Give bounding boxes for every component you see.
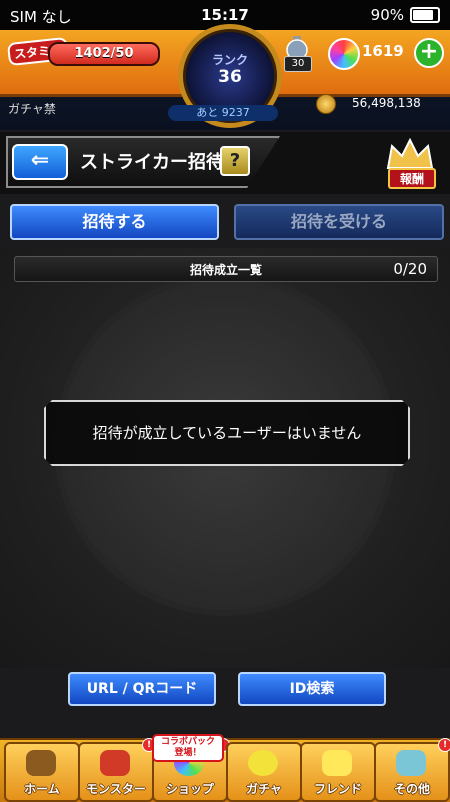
other-question-icon [396,750,426,776]
invite-list-header: 招待成立一覧 0/20 [14,256,438,282]
empty-message-box: 招待が成立しているユーザーはいません [44,400,410,466]
reward-crest-icon [386,137,434,169]
player-name: ガチャ禁 [8,102,56,116]
nav-friend-label: フレンド [313,782,362,796]
gacha-egg-icon [248,750,278,776]
nav-monster[interactable]: ! モンスター [78,738,156,802]
tab-receive-invite[interactable]: 招待を受ける [234,204,444,240]
nav-monster-label: モンスター [86,782,146,796]
nav-shop-label: ショップ [165,782,214,796]
nav-friend[interactable]: フレンド [300,742,376,802]
stamina-bar: 1402/50 [48,42,160,66]
gold-amount: 56,498,138 [352,96,421,110]
battery-percent: 90% [370,6,404,24]
nav-gacha-label: ガチャ [246,782,282,796]
orb-icon [328,38,360,70]
alert-badge: ! [438,738,450,752]
reward-button[interactable]: 報酬 [382,137,438,189]
stamina-value: 1402/50 [74,46,134,61]
page-title: ストライカー招待 [80,152,224,173]
list-count: 0/20 [393,260,427,278]
battery-icon [410,7,440,23]
battery-status: 90% [371,6,440,24]
id-search-button[interactable]: ID検索 [238,672,386,706]
nav-other-label: その他 [393,782,430,796]
rank-value: 36 [218,67,242,87]
collab-pack-badge: コラボパック登場！ [152,734,224,762]
back-button[interactable]: ⇐ [12,144,68,180]
monster-icon [100,750,130,776]
empty-message: 招待が成立しているユーザーはいません [92,424,362,442]
friend-balloons-icon [322,750,352,776]
nav-home-label: ホーム [24,782,60,796]
list-title: 招待成立一覧 [189,263,262,277]
help-button[interactable]: ? [220,146,250,176]
tab-invite[interactable]: 招待する [10,204,219,240]
coin-icon [316,94,336,114]
home-icon [26,750,56,776]
nav-gacha[interactable]: ガチャ [226,742,302,802]
add-orbs-button[interactable]: + [414,38,444,68]
orb-count: 1619 [362,42,404,60]
item-count: 30 [284,56,312,72]
nav-other[interactable]: ! その他 [374,738,450,802]
url-qr-button[interactable]: URL / QRコード [68,672,216,706]
next-rank-exp: あと 9237 [168,105,278,121]
rank-label: ランク [211,53,248,67]
nav-home[interactable]: ホーム [4,742,80,802]
reward-label: 報酬 [388,168,436,189]
